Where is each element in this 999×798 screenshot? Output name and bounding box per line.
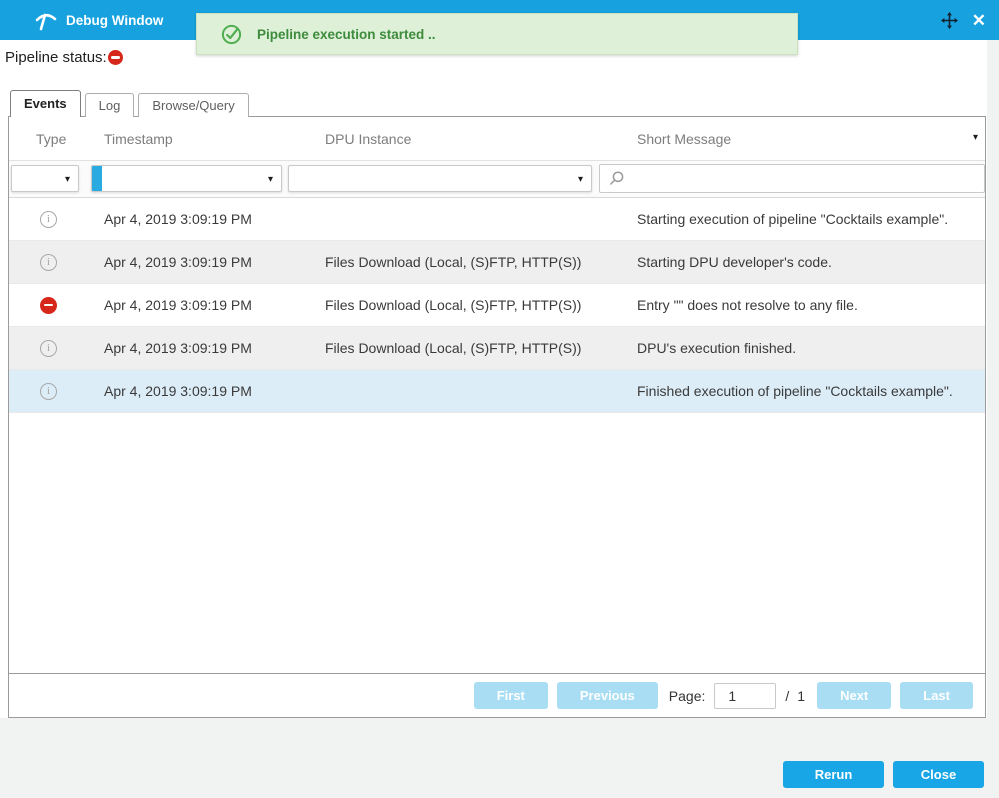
search-icon [608, 170, 625, 187]
previous-page-button[interactable]: Previous [557, 682, 658, 709]
row-type-icon [40, 211, 57, 228]
pipeline-status: Pipeline status: [5, 49, 123, 66]
row-timestamp: Apr 4, 2019 3:09:19 PM [94, 297, 309, 313]
row-type-cell [9, 254, 94, 271]
tab-log[interactable]: Log [85, 93, 135, 117]
row-type-cell [9, 297, 94, 314]
tab-bar: Events Log Browse/Query [10, 90, 249, 117]
pagination-bar: First Previous Page: / 1 Next Last [9, 673, 985, 717]
table-body: Apr 4, 2019 3:09:19 PM Starting executio… [9, 198, 985, 413]
total-pages: 1 [797, 688, 805, 704]
page-separator: / [785, 688, 789, 704]
events-panel: Type Timestamp DPU Instance Short Messag… [8, 116, 986, 718]
message-search-box [599, 164, 985, 193]
row-type-cell [9, 340, 94, 357]
move-window-icon[interactable] [941, 12, 958, 29]
type-filter-select[interactable]: ▾ [11, 165, 79, 192]
timestamp-filter-select[interactable]: ▾ [91, 165, 282, 192]
row-message: Starting execution of pipeline "Cocktail… [629, 211, 985, 227]
row-message: Finished execution of pipeline "Cocktail… [629, 383, 985, 399]
table-row[interactable]: Apr 4, 2019 3:09:19 PM Files Download (L… [9, 284, 985, 327]
right-margin [987, 40, 999, 798]
table-row[interactable]: Apr 4, 2019 3:09:19 PM Files Download (L… [9, 241, 985, 284]
table-row[interactable]: Apr 4, 2019 3:09:19 PM Finished executio… [9, 370, 985, 413]
row-message: Starting DPU developer's code. [629, 254, 985, 270]
row-dpu-instance: Files Download (Local, (S)FTP, HTTP(S)) [309, 297, 629, 313]
page-label: Page: [669, 688, 706, 704]
toast-message: Pipeline execution started .. [257, 27, 436, 42]
column-header-timestamp[interactable]: Timestamp [94, 131, 309, 147]
pipeline-status-label: Pipeline status: [5, 49, 107, 66]
close-window-icon[interactable]: ✕ [972, 12, 986, 29]
tab-browse-query[interactable]: Browse/Query [138, 93, 248, 117]
toast-success: Pipeline execution started .. [196, 13, 798, 55]
table-row[interactable]: Apr 4, 2019 3:09:19 PM Starting executio… [9, 198, 985, 241]
first-page-button[interactable]: First [474, 682, 548, 709]
row-type-cell [9, 383, 94, 400]
row-timestamp: Apr 4, 2019 3:09:19 PM [94, 211, 309, 227]
tab-events[interactable]: Events [10, 90, 81, 117]
footer-actions: Rerun Close [783, 761, 984, 788]
chevron-down-icon: ▾ [65, 174, 70, 185]
pipeline-status-error-icon [108, 50, 123, 65]
window-controls: ✕ [941, 0, 986, 40]
app-logo-icon [34, 8, 58, 32]
row-dpu-instance: Files Download (Local, (S)FTP, HTTP(S)) [309, 340, 629, 356]
page-number-input[interactable] [714, 683, 776, 709]
page-total: / 1 [785, 688, 805, 704]
next-page-button[interactable]: Next [817, 682, 891, 709]
row-dpu-instance: Files Download (Local, (S)FTP, HTTP(S)) [309, 254, 629, 270]
column-header-dpu-instance[interactable]: DPU Instance [309, 131, 629, 147]
chevron-down-icon: ▾ [268, 174, 273, 185]
window-title: Debug Window [66, 13, 163, 28]
table-row[interactable]: Apr 4, 2019 3:09:19 PM Files Download (L… [9, 327, 985, 370]
column-header-short-message[interactable]: Short Message [629, 131, 985, 147]
row-timestamp: Apr 4, 2019 3:09:19 PM [94, 340, 309, 356]
rerun-button[interactable]: Rerun [783, 761, 884, 788]
row-type-icon [40, 254, 57, 271]
table-header-row: Type Timestamp DPU Instance Short Messag… [9, 117, 985, 161]
row-type-cell [9, 211, 94, 228]
row-type-icon [40, 340, 57, 357]
row-message: Entry "" does not resolve to any file. [629, 297, 985, 313]
row-type-icon [40, 383, 57, 400]
column-header-type[interactable]: Type [9, 131, 94, 147]
row-timestamp: Apr 4, 2019 3:09:19 PM [94, 383, 309, 399]
column-menu-caret-icon[interactable]: ▾ [973, 132, 978, 143]
last-page-button[interactable]: Last [900, 682, 973, 709]
chevron-down-icon: ▾ [578, 174, 583, 185]
row-timestamp: Apr 4, 2019 3:09:19 PM [94, 254, 309, 270]
dpu-filter-select[interactable]: ▾ [288, 165, 592, 192]
message-search-input[interactable] [625, 165, 984, 192]
success-check-icon [221, 24, 242, 45]
filter-row: ▾ ▾ ▾ [9, 161, 985, 198]
row-message: DPU's execution finished. [629, 340, 985, 356]
timestamp-filter-accent [92, 166, 102, 191]
row-type-icon [40, 297, 57, 314]
close-button[interactable]: Close [893, 761, 984, 788]
